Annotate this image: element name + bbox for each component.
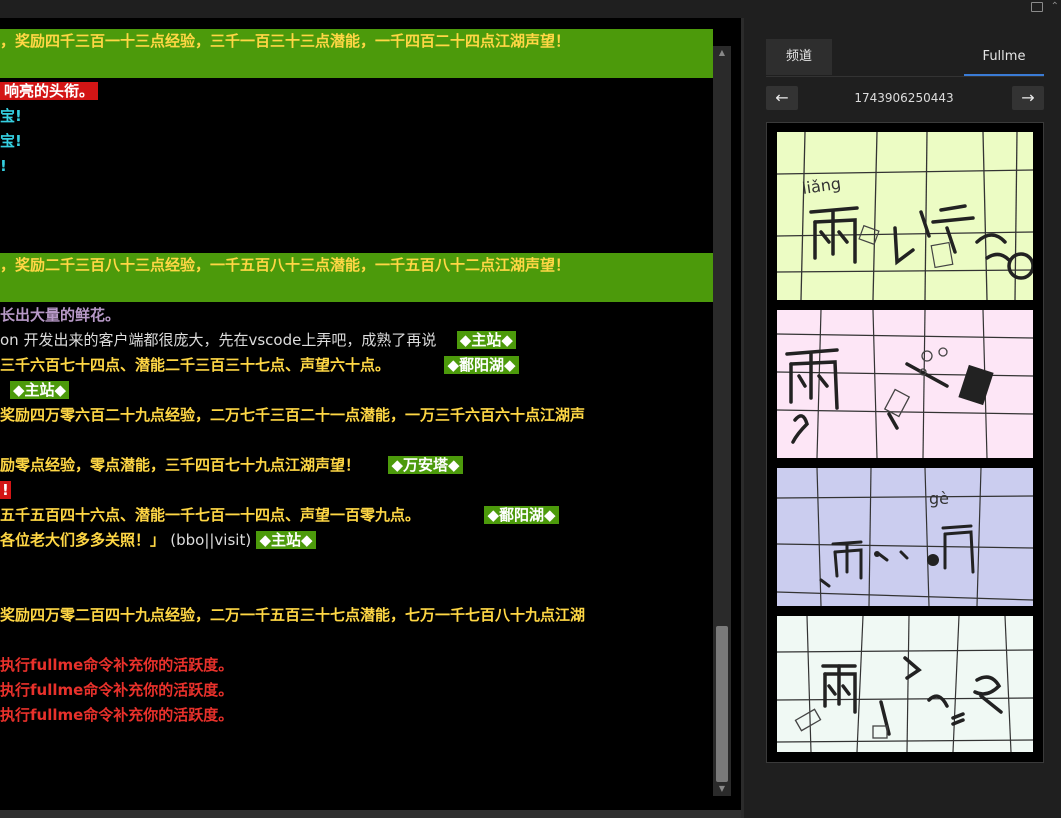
channel-tag[interactable]: ◆主站◆ xyxy=(10,381,70,399)
side-panel: 频道 Fullme ← 1743906250443 → liǎng gè xyxy=(744,18,1061,818)
captcha-gallery: liǎng gè xyxy=(766,122,1044,763)
captcha-id: 1743906250443 xyxy=(854,91,954,105)
captcha-image[interactable]: liǎng xyxy=(777,132,1033,300)
window-titlebar: ⌃ xyxy=(0,0,1061,18)
window-restore-icon[interactable] xyxy=(1031,2,1043,12)
active-tab-indicator xyxy=(964,74,1044,76)
window-more-icon[interactable]: ⌃ xyxy=(1051,2,1059,12)
terminal-line: 五千五百四十六点、潜能一千七百一十四点、声望一百零九点。 ◆鄱阳湖◆ xyxy=(0,503,559,527)
tab-channel[interactable]: 频道 xyxy=(766,39,832,75)
terminal-line: 奖励四万零六百二十九点经验，二万七千三百二十一点潜能，一万三千六百六十点江湖声 xyxy=(0,406,586,424)
panel-tabs: 频道 Fullme xyxy=(766,39,1044,77)
scroll-up-icon[interactable]: ▲ xyxy=(713,46,731,60)
terminal-bottom-bar xyxy=(0,810,741,818)
terminal-line: 三千六百七十四点、潜能二千三百三十七点、声望六十点。 ◆鄱阳湖◆ xyxy=(0,353,519,377)
terminal-line: 宝! xyxy=(0,107,22,125)
scroll-down-icon[interactable]: ▼ xyxy=(713,782,731,796)
channel-tag[interactable]: ◆万安塔◆ xyxy=(388,456,463,474)
captcha-pinyin: gè xyxy=(929,489,949,508)
terminal-line: 长出大量的鲜花。 xyxy=(0,306,121,324)
captcha-image[interactable] xyxy=(777,616,1033,752)
next-captcha-button[interactable]: → xyxy=(1012,86,1044,110)
channel-tag[interactable]: ◆鄱阳湖◆ xyxy=(484,506,559,524)
terminal-line: 宝! xyxy=(0,132,22,150)
channel-tag[interactable]: ◆主站◆ xyxy=(256,531,316,549)
terminal-line: 响亮的头衔。 xyxy=(0,79,99,103)
terminal-line: 执行fullme命令补充你的活跃度。 xyxy=(0,681,234,699)
terminal-output[interactable]: ，奖励四千三百一十三点经验，三千一百三十三点潜能，一千四百二十四点江湖声望！ 响… xyxy=(0,18,741,810)
channel-tag[interactable]: ◆鄱阳湖◆ xyxy=(444,356,519,374)
terminal-line: ◆主站◆ xyxy=(10,378,70,402)
prev-captcha-button[interactable]: ← xyxy=(766,86,798,110)
terminal-line: ，奖励四千三百一十三点经验，三千一百三十三点潜能，一千四百二十四点江湖声望！ xyxy=(0,32,571,50)
terminal-line: 奖励四万零二百四十九点经验，二万一千五百三十七点潜能，七万一千七百八十九点江湖 xyxy=(0,606,586,624)
captcha-image[interactable] xyxy=(777,310,1033,458)
terminal-line: ，奖励二千三百八十三点经验，一千五百八十三点潜能，一千五百八十二点江湖声望！ xyxy=(0,256,571,274)
terminal-line: 励零点经验，零点潜能，三千四百七十九点江湖声望！ ◆万安塔◆ xyxy=(0,453,463,477)
terminal-line: 各位老大们多多关照！」 (bbo||visit) ◆主站◆ xyxy=(0,528,316,552)
terminal-line: 执行fullme命令补充你的活跃度。 xyxy=(0,706,234,724)
tab-fullme[interactable]: Fullme xyxy=(964,39,1044,75)
terminal-line: ! xyxy=(0,157,7,175)
scroll-thumb[interactable] xyxy=(716,626,728,782)
terminal-line: 执行fullme命令补充你的活跃度。 xyxy=(0,656,234,674)
title-badge: 响亮的头衔。 xyxy=(0,82,99,100)
terminal-line: ! xyxy=(0,481,11,499)
captcha-image[interactable]: gè xyxy=(777,468,1033,606)
channel-tag[interactable]: ◆主站◆ xyxy=(456,331,516,349)
terminal-line: on 开发出来的客户端都很庞大，先在vscode上弄吧，成熟了再说 ◆主站◆ xyxy=(0,328,516,352)
terminal-scrollbar[interactable]: ▲ ▼ xyxy=(713,46,731,796)
